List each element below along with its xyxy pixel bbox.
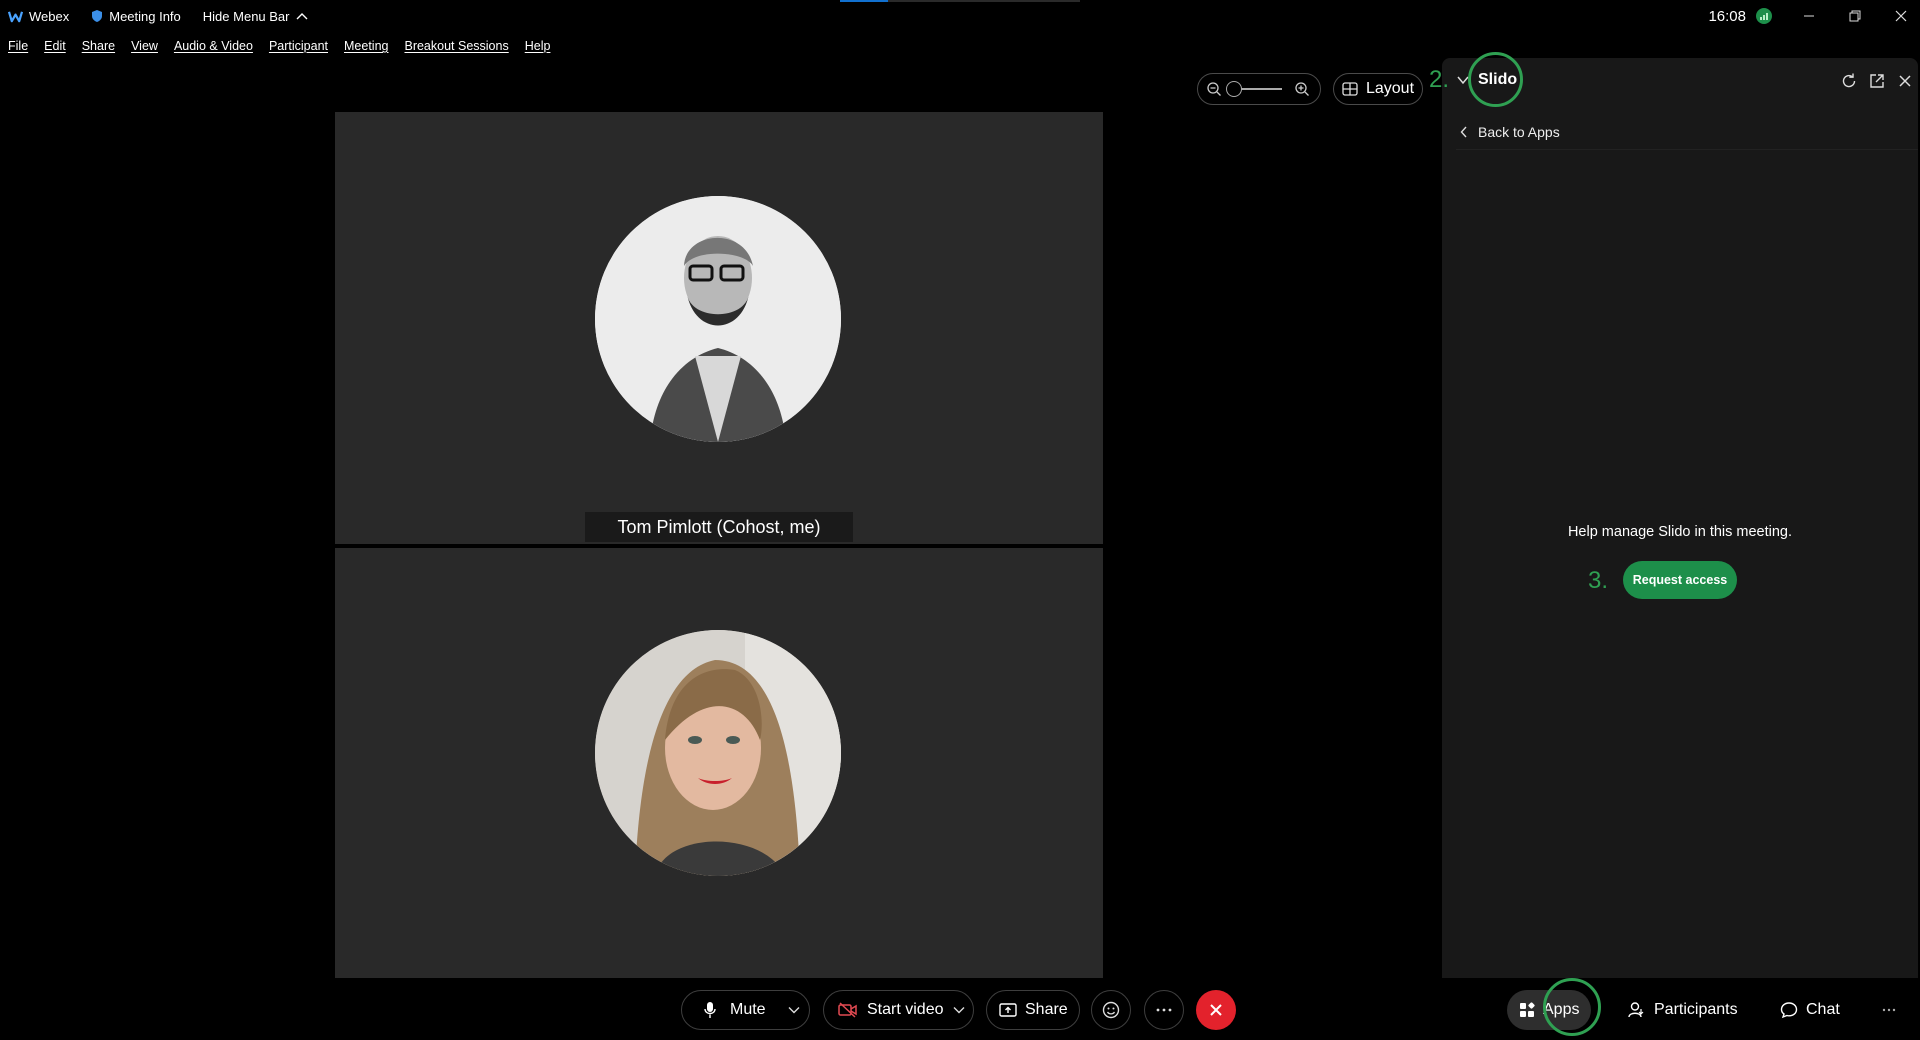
more-options-button[interactable] [1144, 990, 1184, 1030]
meeting-toolbar: Mute Start video Share Apps Participants… [0, 978, 1920, 1040]
video-tile-participant[interactable] [335, 548, 1103, 978]
network-status-icon[interactable] [1756, 8, 1772, 24]
app-name: Webex [29, 8, 70, 24]
share-label: Share [1025, 1001, 1068, 1018]
menu-breakout-sessions[interactable]: Breakout Sessions [404, 39, 508, 53]
chevron-down-icon[interactable] [788, 1006, 800, 1014]
person-photo-icon [595, 630, 841, 876]
annotation-circle-slido [1468, 52, 1523, 107]
chat-button[interactable]: Chat [1768, 990, 1852, 1030]
menu-edit[interactable]: Edit [44, 39, 66, 53]
chat-bubble-icon [1780, 1002, 1798, 1019]
close-window-button[interactable] [1886, 0, 1916, 32]
share-screen-icon [999, 1003, 1017, 1017]
layout-button[interactable]: Layout [1333, 73, 1423, 105]
minimize-icon [1804, 15, 1814, 17]
title-bar: Webex Meeting Info Hide Menu Bar 16:08 [0, 0, 1920, 32]
participants-button[interactable]: Participants [1616, 990, 1750, 1030]
close-icon [1895, 10, 1907, 22]
participant-avatar [595, 630, 841, 876]
menu-audio-video[interactable]: Audio & Video [174, 39, 253, 53]
shield-icon [92, 10, 103, 22]
video-zoom-control [1197, 73, 1321, 105]
video-tile-self[interactable]: Tom Pimlott (Cohost, me) [335, 112, 1103, 544]
zoom-in-icon[interactable] [1294, 81, 1310, 97]
restore-icon [1849, 10, 1861, 22]
reactions-button[interactable] [1091, 990, 1131, 1030]
chat-label: Chat [1806, 1001, 1840, 1018]
zoom-slider[interactable] [1226, 81, 1282, 97]
annotation-circle-apps [1543, 978, 1601, 1036]
request-access-button[interactable]: Request access [1623, 561, 1737, 599]
meeting-info-label: Meeting Info [109, 8, 181, 24]
annotation-step-3: 3. [1588, 567, 1609, 594]
close-icon[interactable] [1896, 72, 1914, 90]
webex-logo-icon [8, 11, 23, 22]
app-title: Webex [8, 9, 69, 24]
hide-menu-bar-label: Hide Menu Bar [202, 8, 290, 24]
share-button[interactable]: Share [986, 990, 1080, 1030]
more-panels-button[interactable] [1870, 990, 1908, 1030]
mute-button[interactable]: Mute [681, 990, 810, 1030]
zoom-slider-thumb[interactable] [1226, 81, 1242, 97]
back-to-apps-link[interactable]: Back to Apps [1456, 114, 1918, 150]
back-to-apps-label: Back to Apps [1478, 123, 1560, 140]
minimize-button[interactable] [1794, 0, 1824, 32]
annotation-step-2: 2. [1429, 66, 1450, 93]
person-photo-icon [595, 196, 841, 442]
menu-share[interactable]: Share [82, 39, 115, 53]
menu-file[interactable]: File [8, 39, 28, 53]
hide-menu-bar-button[interactable]: Hide Menu Bar [203, 9, 308, 24]
microphone-icon [704, 1002, 716, 1018]
menu-participant[interactable]: Participant [269, 39, 328, 53]
participant-name-label: Tom Pimlott (Cohost, me) [585, 512, 853, 542]
more-dots-icon [1882, 1008, 1896, 1012]
restore-button[interactable] [1840, 0, 1870, 32]
apps-grid-icon [1520, 1002, 1535, 1017]
zoom-out-icon[interactable] [1206, 81, 1222, 97]
refresh-icon[interactable] [1840, 72, 1858, 90]
layout-label: Layout [1365, 80, 1415, 97]
mute-label: Mute [730, 1001, 766, 1018]
leave-meeting-button[interactable] [1196, 990, 1236, 1030]
pop-out-icon[interactable] [1868, 72, 1886, 90]
menu-bar: File Edit Share View Audio & Video Parti… [0, 36, 558, 56]
participant-avatar [595, 196, 841, 442]
start-video-label: Start video [867, 1001, 944, 1018]
smiley-icon [1102, 1001, 1120, 1019]
slido-message: Help manage Slido in this meeting. [1567, 524, 1793, 540]
chevron-left-icon [1460, 126, 1467, 137]
chevron-up-icon [296, 13, 307, 20]
chevron-down-icon[interactable] [953, 1006, 965, 1014]
close-icon [1210, 1004, 1222, 1016]
participants-icon [1628, 1002, 1644, 1018]
participants-label: Participants [1654, 1001, 1738, 1018]
layout-grid-icon [1342, 82, 1358, 96]
start-video-button[interactable]: Start video [823, 990, 974, 1030]
video-off-icon [838, 1002, 857, 1018]
meeting-info-button[interactable]: Meeting Info [91, 9, 181, 24]
menu-help[interactable]: Help [525, 39, 551, 53]
loading-indicator [840, 0, 1080, 2]
more-dots-icon [1156, 1008, 1172, 1012]
clock: 16:08 [1708, 7, 1746, 25]
menu-meeting[interactable]: Meeting [344, 39, 388, 53]
menu-view[interactable]: View [131, 39, 158, 53]
slido-panel: Slido Back to Apps Help manage Slido in … [1442, 58, 1918, 978]
